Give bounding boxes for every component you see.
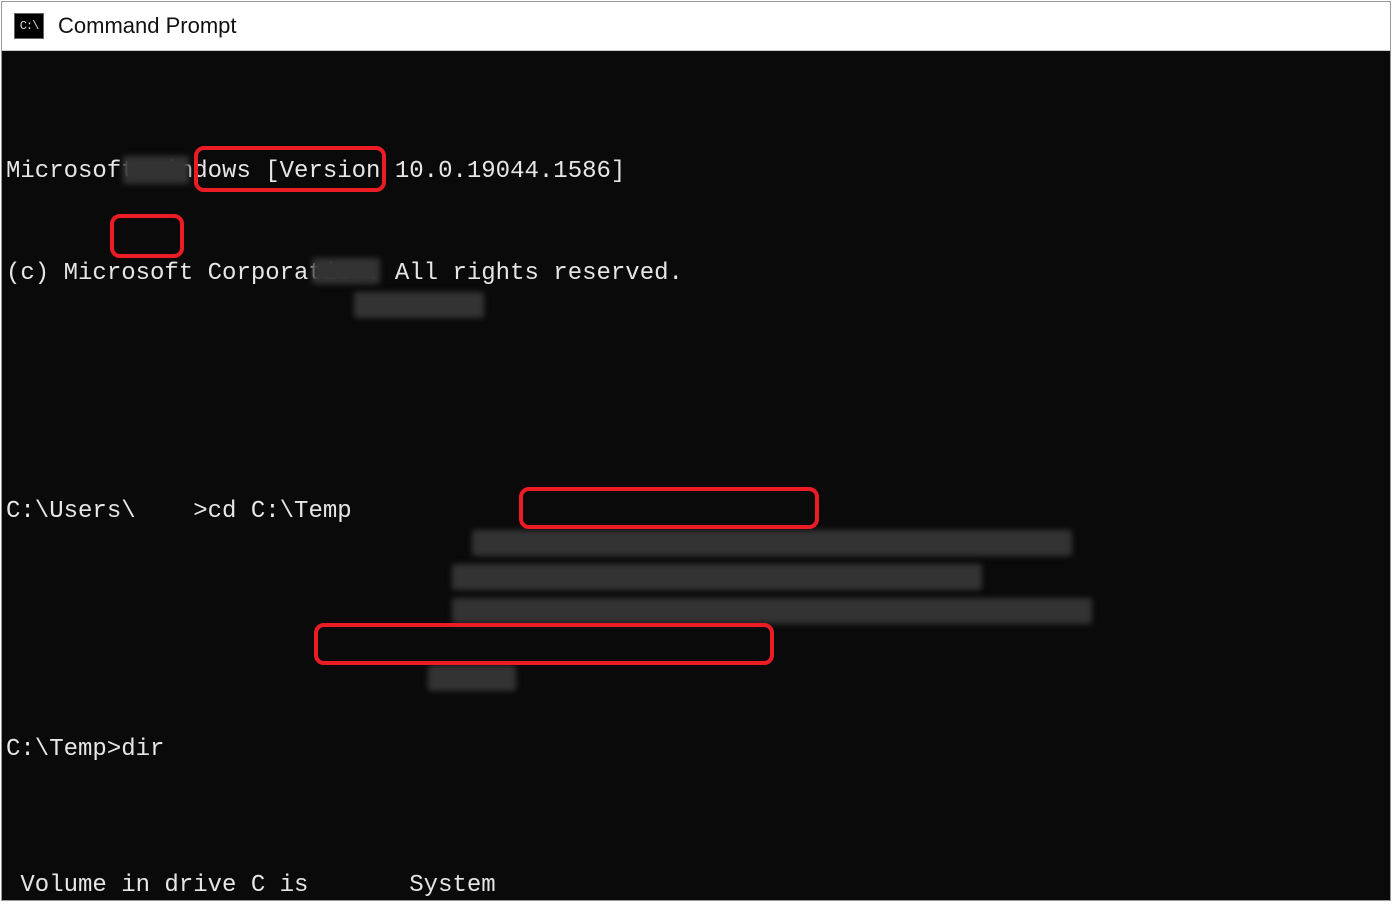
redacted-user bbox=[136, 498, 194, 525]
window-frame: C:\ Command Prompt Microsoft Windows [Ve… bbox=[1, 1, 1391, 901]
redact-username bbox=[123, 156, 189, 184]
highlight-dir-command bbox=[110, 214, 184, 258]
command-cd: cd C:\Temp bbox=[208, 498, 352, 525]
redact-row-5 bbox=[452, 564, 982, 590]
titlebar[interactable]: C:\ Command Prompt bbox=[2, 2, 1390, 51]
redact-row-4 bbox=[472, 530, 1072, 556]
prompt-line-1: C:\Users\ >cd C:\Temp bbox=[6, 495, 1386, 529]
version-line: Microsoft Windows [Version 10.0.19044.15… bbox=[6, 155, 1386, 189]
prompt2: C:\Temp> bbox=[6, 736, 121, 763]
copyright-line: (c) Microsoft Corporation. All rights re… bbox=[6, 257, 1386, 291]
volume-prefix: Volume in drive C is bbox=[6, 872, 323, 899]
volume-suffix: System bbox=[395, 872, 496, 899]
redact-volname bbox=[312, 258, 380, 284]
terminal-output[interactable]: Microsoft Windows [Version 10.0.19044.15… bbox=[2, 51, 1390, 900]
cmd-icon: C:\ bbox=[14, 13, 44, 39]
prompt1-prefix: C:\Users\ bbox=[6, 498, 136, 525]
redact-bytes bbox=[428, 665, 516, 691]
redact-serial bbox=[354, 292, 484, 318]
volume-line: Volume in drive C is System bbox=[6, 869, 1386, 900]
blank-line bbox=[6, 359, 1386, 393]
command-dir: dir bbox=[121, 736, 164, 763]
window-title: Command Prompt bbox=[58, 13, 237, 39]
redact-row-6 bbox=[452, 598, 1092, 624]
redacted-volname bbox=[323, 872, 395, 899]
prompt-line-2: C:\Temp>dir bbox=[6, 733, 1386, 767]
prompt1-gt: > bbox=[193, 498, 207, 525]
